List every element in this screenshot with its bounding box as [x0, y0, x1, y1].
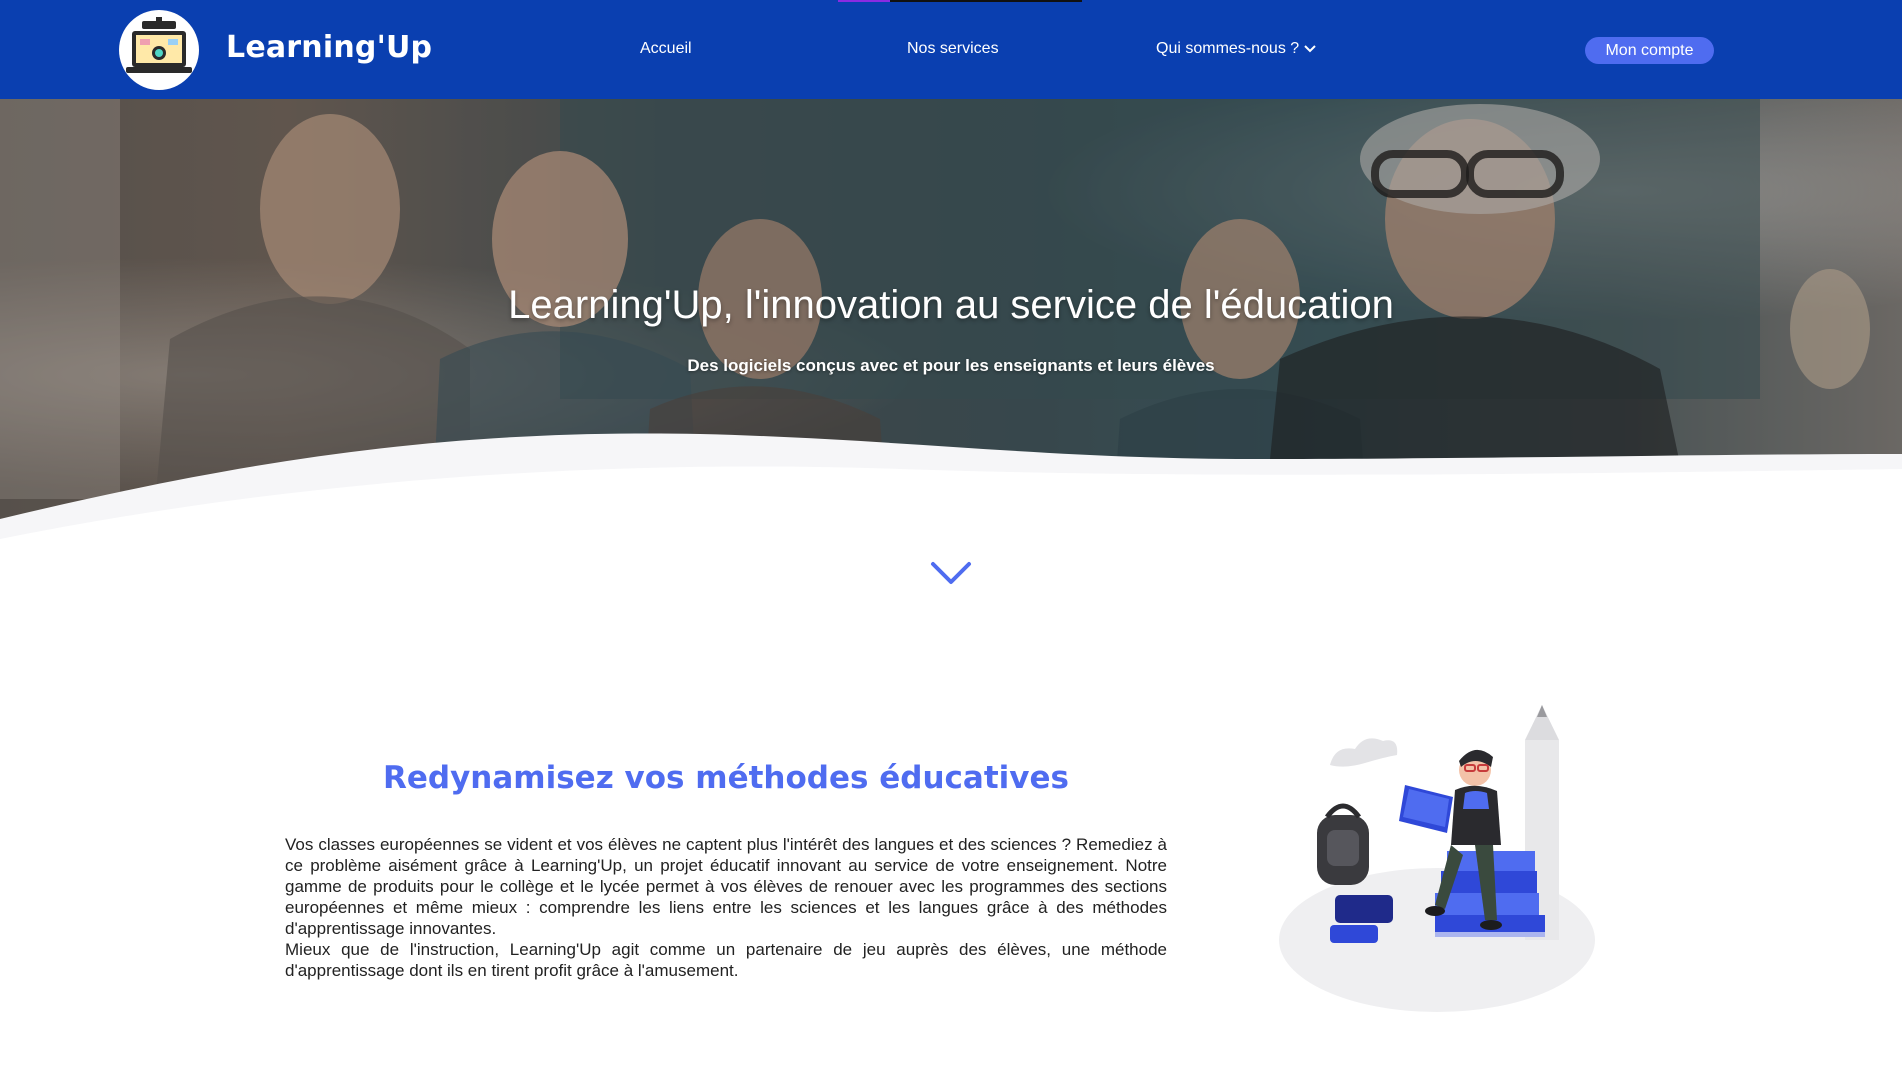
scroll-down-chevron-icon[interactable]: [930, 560, 972, 586]
hero-subtitle: Des logiciels conçus avec et pour les en…: [687, 356, 1215, 375]
hero-bottom-wave: [0, 433, 1902, 559]
student-laptop-illustration: [1279, 705, 1595, 1012]
section-paragraph-2: Mieux que de l'instruction, Learning'Up …: [285, 940, 1167, 980]
top-progress-line: [838, 0, 1082, 2]
nav-about-label: Qui sommes-nous ?: [1156, 40, 1300, 57]
brand-name[interactable]: Learning'Up: [226, 30, 432, 65]
logo-laptop-icon[interactable]: [118, 9, 200, 91]
section-description: Vos classes européennes se vident et vos…: [285, 834, 1167, 981]
hero-banner: Learning'Up, l'innovation au service de …: [0, 99, 1902, 559]
top-navbar: Learning'Up Accueil Nos services Qui som…: [0, 0, 1902, 99]
nav-about-dropdown[interactable]: Qui sommes-nous ?: [1156, 40, 1317, 58]
section-paragraph-1: Vos classes européennes se vident et vos…: [285, 835, 1167, 938]
section-title: Redynamisez vos méthodes éducatives: [383, 760, 1069, 796]
nav-services-link[interactable]: Nos services: [907, 40, 999, 58]
chevron-down-icon: [1304, 45, 1316, 53]
hero-title: Learning'Up, l'innovation au service de …: [508, 283, 1394, 327]
nav-home-link[interactable]: Accueil: [640, 40, 692, 58]
account-button[interactable]: Mon compte: [1585, 37, 1714, 64]
